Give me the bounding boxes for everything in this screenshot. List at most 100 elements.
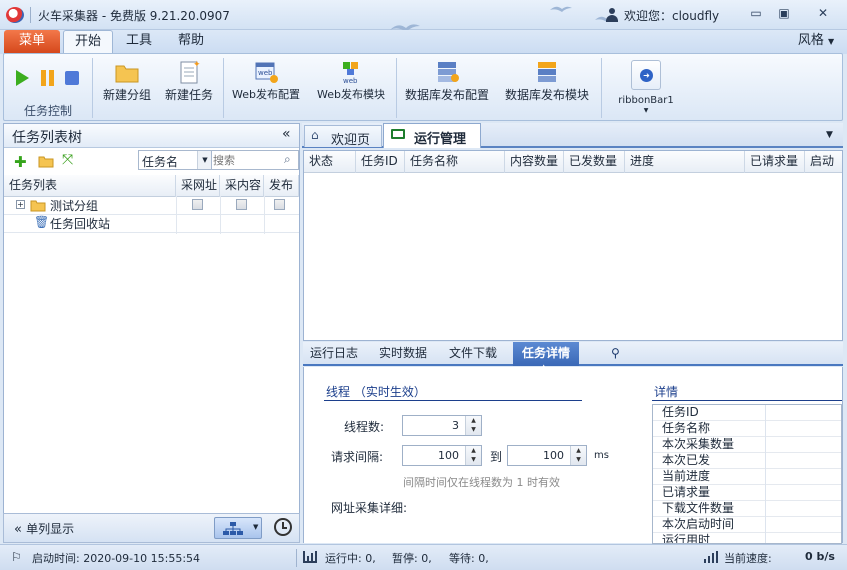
- chevron-down-icon: ▼: [643, 107, 649, 114]
- maximize-button[interactable]: ▣: [773, 6, 795, 24]
- detail-row-label: 运行用时: [662, 533, 711, 544]
- location-pin-icon[interactable]: ⚲: [611, 346, 620, 360]
- pause-icon: [41, 70, 54, 86]
- column-header-task-id[interactable]: 任务ID: [356, 151, 405, 173]
- tab-run-log[interactable]: 运行日志: [310, 343, 358, 365]
- expand-toggle-icon[interactable]: +: [16, 200, 25, 209]
- web-publish-config-label: Web发布配置: [232, 88, 300, 101]
- column-header-task-name[interactable]: 任务名称: [405, 151, 505, 173]
- web-publish-module-button[interactable]: web Web发布模块: [310, 58, 392, 118]
- column-header-requested[interactable]: 已请求量: [745, 151, 805, 173]
- status-bar: ⚐ 启动时间: 2020-09-10 15:55:54 运行中: 0, 暂停: …: [0, 544, 847, 570]
- tab-file-download[interactable]: 文件下载: [449, 343, 497, 365]
- play-button[interactable]: [14, 69, 30, 87]
- single-column-toggle[interactable]: « 单列显示: [14, 520, 74, 537]
- detail-row: 任务ID: [653, 405, 841, 421]
- collect-url-checkbox[interactable]: [192, 199, 203, 210]
- left-panel-footer: « 单列显示 ▼: [3, 513, 300, 543]
- column-header-progress[interactable]: 进度: [625, 151, 745, 173]
- task-control-label: 任务控制: [24, 104, 73, 118]
- web-publish-module-label: Web发布模块: [317, 88, 385, 101]
- user-icon: [606, 8, 618, 22]
- clock-icon[interactable]: [274, 518, 292, 536]
- new-group-button[interactable]: 新建分组: [98, 58, 156, 118]
- detail-row-label: 本次启动时间: [662, 517, 735, 531]
- expand-icon[interactable]: ⤧: [62, 152, 73, 168]
- column-header-collect-content[interactable]: 采内容: [220, 175, 264, 197]
- detail-grid: 任务ID 任务名称 本次采集数量 本次已发 当前进度 已请求量 下载文件数量 本…: [652, 404, 842, 544]
- tab-welcome[interactable]: ⌂ 欢迎页: [304, 125, 382, 148]
- tree-row-recycle[interactable]: 🗑 任务回收站: [4, 214, 299, 232]
- column-header-content-count[interactable]: 内容数量: [505, 151, 564, 173]
- column-header-status[interactable]: 状态: [304, 151, 356, 173]
- database-module-icon: [538, 62, 556, 82]
- stepper-arrows-icon[interactable]: ▲ ▼: [570, 446, 586, 465]
- stepper-arrows-icon[interactable]: ▲ ▼: [465, 416, 481, 435]
- tab-run-manage[interactable]: 运行管理: [383, 123, 481, 148]
- chevron-down-icon: ▼: [828, 37, 835, 46]
- column-header-task-list[interactable]: 任务列表: [4, 175, 176, 197]
- collect-content-checkbox[interactable]: [236, 199, 247, 210]
- tab-task-detail-label: 任务详情: [521, 346, 570, 360]
- detail-row-label: 本次已发: [662, 453, 711, 467]
- row-divider: [4, 214, 299, 215]
- column-header-publish[interactable]: 发布: [264, 175, 299, 197]
- title-bar: 火车采集器 - 免费版 9.21.20.0907 欢迎您：cloudfly ▭ …: [0, 0, 847, 36]
- org-chart-button[interactable]: ▼: [214, 517, 262, 539]
- task-detail-panel: 线程 （实时生效） 线程数: 3 ▲ ▼ 请求间隔: 100 ▲ ▼ 到 100 ▲…: [303, 367, 843, 544]
- style-menu[interactable]: 风格 ▼: [790, 30, 842, 54]
- tree-row-folder[interactable]: + 测试分组: [4, 196, 299, 214]
- column-header-collect-url[interactable]: 采网址: [176, 175, 220, 197]
- web-config-icon-text: web: [258, 69, 273, 77]
- svg-text:✦: ✦: [193, 60, 201, 70]
- folder-icon[interactable]: [38, 154, 54, 168]
- play-icon: [16, 70, 29, 86]
- search-icon[interactable]: ⌕: [284, 152, 291, 167]
- interval-label: 请求间隔:: [331, 450, 384, 464]
- tab-list-dropdown-icon[interactable]: ▼: [826, 130, 833, 140]
- menu-button[interactable]: 菜单: [4, 30, 60, 53]
- collapse-button[interactable]: «: [282, 126, 291, 142]
- unit-label: ms: [594, 450, 609, 461]
- new-task-button[interactable]: ✦ 新建任务: [160, 58, 218, 118]
- pause-button[interactable]: [40, 69, 56, 87]
- title-separator: [30, 7, 31, 23]
- web-publish-config-button[interactable]: web Web发布配置: [228, 58, 304, 118]
- stepper-arrows-icon[interactable]: ▲ ▼: [465, 446, 481, 465]
- tree-item-label[interactable]: 任务回收站: [50, 215, 110, 232]
- interval-from-stepper[interactable]: 100 ▲ ▼: [402, 445, 482, 466]
- detail-row-label: 下载文件数量: [662, 501, 735, 515]
- start-time: 启动时间: 2020-09-10 15:55:54: [32, 552, 201, 565]
- waiting-count: 等待: 0,: [449, 552, 489, 565]
- minimize-button[interactable]: ▭: [745, 6, 767, 24]
- search-field-select[interactable]: 任务名 ▼: [138, 150, 212, 170]
- tree-item-label[interactable]: 测试分组: [50, 197, 98, 214]
- db-publish-config-button[interactable]: 数据库发布配置: [401, 58, 493, 118]
- chevron-down-icon: ▼: [197, 151, 212, 169]
- column-divider: [220, 196, 221, 234]
- url-detail-label: 网址采集详细:: [331, 501, 408, 515]
- tab-start[interactable]: 开始: [63, 30, 113, 54]
- close-button[interactable]: ✕: [812, 6, 834, 24]
- search-input[interactable]: [213, 152, 281, 168]
- detail-row: 下载文件数量: [653, 501, 841, 517]
- tab-tools[interactable]: 工具: [116, 30, 162, 54]
- detail-row: 本次启动时间: [653, 517, 841, 533]
- column-divider: [176, 196, 177, 234]
- column-header-start[interactable]: 启动: [805, 151, 842, 173]
- db-publish-module-button[interactable]: 数据库发布模块: [501, 58, 593, 118]
- add-icon[interactable]: ✚: [14, 153, 27, 171]
- column-header-published-count[interactable]: 已发数量: [564, 151, 625, 173]
- thread-count-stepper[interactable]: 3 ▲ ▼: [402, 415, 482, 436]
- tab-realtime-data[interactable]: 实时数据: [379, 343, 427, 365]
- stop-icon: [65, 71, 79, 85]
- publish-checkbox[interactable]: [274, 199, 285, 210]
- stop-button[interactable]: [64, 69, 80, 87]
- run-grid-header-row: 状态 任务ID 任务名称 内容数量 已发数量 进度 已请求量 启动: [304, 151, 842, 173]
- tab-help[interactable]: 帮助: [168, 30, 214, 54]
- detail-row: 本次已发: [653, 453, 841, 469]
- ribbonbar1-button[interactable]: ➜ ribbonBar1 ▼: [610, 58, 682, 118]
- thread-count-label: 线程数:: [344, 420, 385, 434]
- to-label: 到: [490, 450, 503, 464]
- interval-to-stepper[interactable]: 100 ▲ ▼: [507, 445, 587, 466]
